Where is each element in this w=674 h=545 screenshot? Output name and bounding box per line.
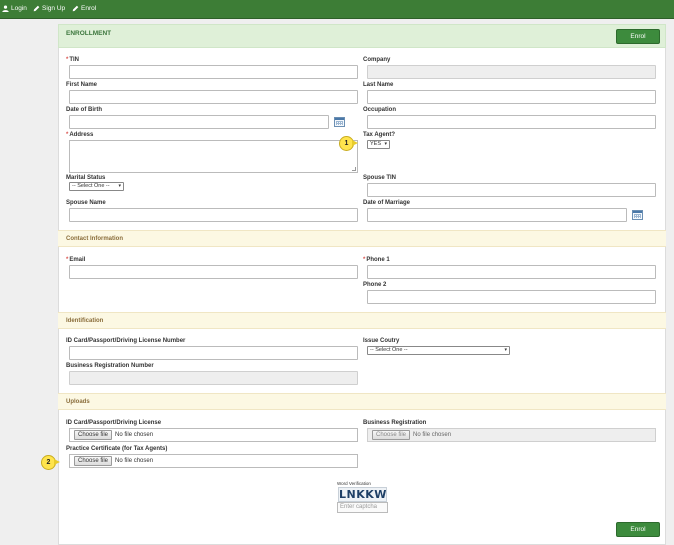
nav-signup-link[interactable]: Sign Up [33, 5, 65, 12]
id-card-number-input[interactable] [69, 346, 358, 360]
uploads-section-header [58, 393, 666, 410]
spouse-tin-label: Spouse TIN [363, 175, 397, 181]
enrol-button-top[interactable]: Enrol [616, 29, 660, 44]
file-status: No file chosen [115, 432, 154, 438]
occupation-label: Occupation [363, 107, 397, 113]
page-title: ENROLLMENT [66, 30, 112, 37]
dob-label: Date of Birth [66, 107, 102, 113]
marital-status-select[interactable]: -- Select One -- ▾ [69, 182, 124, 191]
business-registration-file-input[interactable]: Choose file No file chosen [367, 428, 656, 442]
issue-country-select[interactable]: -- Select One -- ▾ [367, 346, 510, 355]
marital-status-label: Marital Status [66, 175, 106, 181]
tin-label: *TIN [66, 57, 80, 63]
nav-enrol-label: Enrol [81, 5, 97, 12]
calendar-icon[interactable] [632, 210, 643, 220]
last-name-input[interactable] [367, 90, 656, 104]
company-label: Company [363, 57, 391, 63]
enrollment-header [58, 24, 666, 48]
top-navbar: Login Sign Up Enrol [0, 0, 674, 19]
email-input[interactable] [69, 265, 358, 279]
business-reg-number-input[interactable] [69, 371, 358, 385]
business-registration-upload-label: Business Registration [363, 420, 427, 426]
id-card-number-label: ID Card/Passport/Driving License Number [66, 338, 186, 344]
tin-input[interactable] [69, 65, 358, 79]
date-of-marriage-input[interactable] [367, 208, 627, 222]
company-input[interactable] [367, 65, 656, 79]
phone1-label: *Phone 1 [363, 257, 390, 263]
identification-section-header [58, 312, 666, 329]
phone1-input[interactable] [367, 265, 656, 279]
captcha-input[interactable]: Enter captcha [337, 502, 388, 513]
contact-section-header [58, 230, 666, 247]
nav-signup-label: Sign Up [42, 5, 66, 12]
dob-input[interactable] [69, 115, 329, 129]
tax-agent-label: Tax Agent? [363, 132, 396, 138]
choose-file-button[interactable]: Choose file [372, 430, 411, 440]
address-textarea[interactable] [69, 140, 358, 173]
occupation-input[interactable] [367, 115, 656, 129]
captcha-caption: Word Verification [337, 481, 371, 486]
id-card-file-input[interactable]: Choose file No file chosen [69, 428, 358, 442]
callout-1: 1 [339, 136, 358, 151]
pencil-icon [33, 5, 40, 12]
practice-certificate-label: Practice Certificate (for Tax Agents) [66, 446, 168, 452]
spouse-tin-input[interactable] [367, 183, 656, 197]
nav-login-label: Login [11, 5, 27, 12]
email-label: *Email [66, 257, 86, 263]
phone2-label: Phone 2 [363, 282, 387, 288]
business-reg-number-label: Business Registration Number [66, 363, 154, 369]
callout-2: 2 [41, 455, 60, 470]
date-of-marriage-label: Date of Marriage [363, 200, 411, 206]
spouse-name-input[interactable] [69, 208, 358, 222]
choose-file-button[interactable]: Choose file [74, 456, 113, 466]
nav-login-link[interactable]: Login [2, 5, 27, 12]
spouse-name-label: Spouse Name [66, 200, 106, 206]
uploads-section-title: Uploads [66, 399, 90, 405]
id-card-upload-label: ID Card/Passport/Driving License [66, 420, 162, 426]
practice-certificate-file-input[interactable]: Choose file No file chosen [69, 454, 358, 468]
issue-country-label: Issue Coutry [363, 338, 400, 344]
last-name-label: Last Name [363, 82, 394, 88]
captcha-image: LNKKW [338, 487, 387, 502]
identification-section-title: Identification [66, 318, 104, 324]
file-status: No file chosen [115, 458, 154, 464]
calendar-icon[interactable] [334, 117, 345, 127]
contact-section-title: Contact Information [66, 236, 123, 242]
enrol-button-bottom[interactable]: Enrol [616, 522, 660, 537]
user-icon [2, 5, 9, 12]
file-status: No file chosen [413, 432, 452, 438]
nav-enrol-link[interactable]: Enrol [72, 5, 96, 12]
pencil-icon [72, 5, 79, 12]
phone2-input[interactable] [367, 290, 656, 304]
tax-agent-select[interactable]: YES ▾ [367, 140, 390, 149]
choose-file-button[interactable]: Choose file [74, 430, 113, 440]
first-name-label: First Name [66, 82, 98, 88]
first-name-input[interactable] [69, 90, 358, 104]
address-label: *Address [66, 132, 94, 138]
